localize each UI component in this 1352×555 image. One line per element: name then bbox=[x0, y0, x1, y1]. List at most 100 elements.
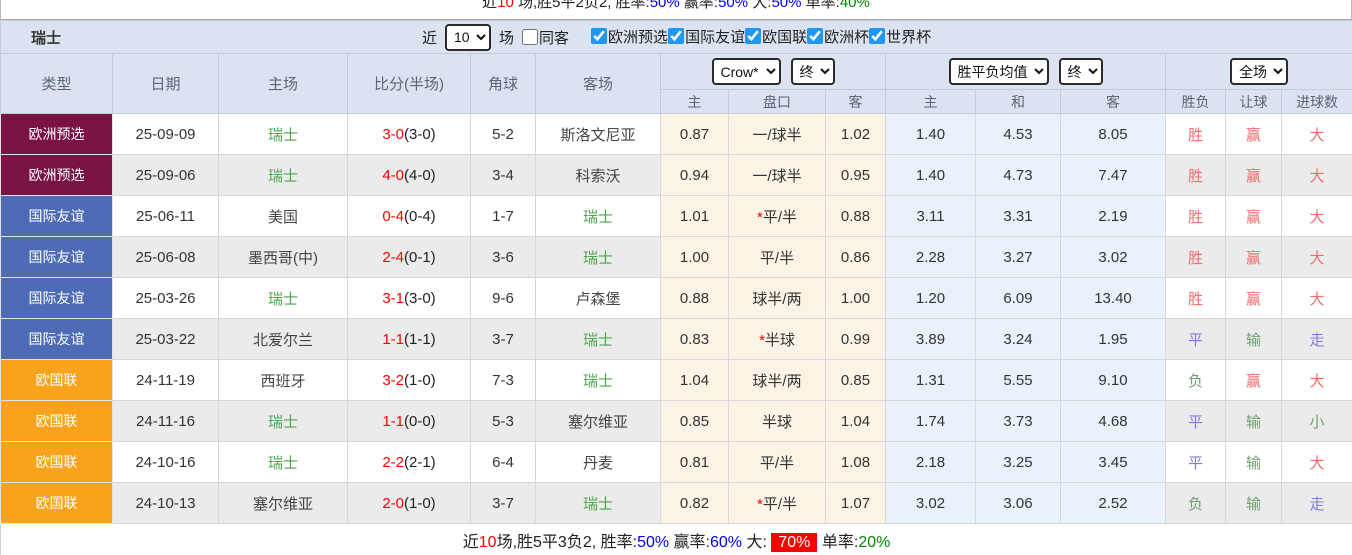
result-goals: 走 bbox=[1280, 318, 1352, 360]
avg-draw-odds: 3.06 bbox=[975, 482, 1061, 524]
result-handicap: 赢 bbox=[1225, 154, 1282, 196]
away-team: 瑞士 bbox=[535, 195, 661, 237]
match-date: 24-11-16 bbox=[112, 400, 219, 442]
handicap-away-odds: 1.04 bbox=[825, 400, 886, 442]
handicap-line: 一/球半 bbox=[728, 113, 826, 155]
handicap-home-odds: 0.94 bbox=[660, 154, 729, 196]
avg-home-odds: 1.74 bbox=[885, 400, 976, 442]
same-venue-label: 同客 bbox=[539, 29, 570, 47]
handicap-line: 半球 bbox=[728, 400, 826, 442]
filter-国际友谊[interactable]: 国际友谊 bbox=[668, 26, 745, 47]
handicap-home-odds: 0.83 bbox=[660, 318, 729, 360]
match-row: 欧国联 24-11-16 瑞士 1-1(0-0) 5-3 塞尔维亚 0.85 半球 1.04 1.… bbox=[0, 400, 1352, 442]
result-handicap: 输 bbox=[1225, 318, 1282, 360]
fulltime-score: 1-1 bbox=[382, 412, 404, 430]
result-goals: 大 bbox=[1280, 359, 1352, 401]
filter-checkbox[interactable] bbox=[591, 28, 608, 45]
filter-checkbox[interactable] bbox=[745, 28, 762, 45]
avg-draw-odds: 3.24 bbox=[975, 318, 1061, 360]
filter-欧洲预选[interactable]: 欧洲预选 bbox=[591, 26, 668, 47]
handicap-home-odds: 0.81 bbox=[660, 441, 729, 483]
sub-header-avg-draw: 和 bbox=[975, 89, 1061, 114]
sub-header-avg-away: 客 bbox=[1060, 89, 1166, 114]
avg-home-odds: 2.18 bbox=[885, 441, 976, 483]
avg-home-odds: 1.40 bbox=[885, 113, 976, 155]
near-label: 近 bbox=[422, 29, 438, 47]
recent-matches-select[interactable]: 10 bbox=[445, 23, 492, 51]
fulltime-score: 3-1 bbox=[382, 289, 404, 307]
summary-segment: 赢率: bbox=[669, 533, 710, 551]
sub-header-handicap-away: 客 bbox=[825, 89, 886, 114]
away-team: 瑞士 bbox=[535, 359, 661, 401]
corners: 6-4 bbox=[470, 441, 536, 483]
sub-header-avg-home: 主 bbox=[885, 89, 976, 114]
previous-summary-text: 近10 场,胜5平2负2, 胜率:50% 赢率:50% 大:50% 单率:40% bbox=[1, 0, 1351, 12]
result-handicap: 输 bbox=[1225, 482, 1282, 524]
home-team: 瑞士 bbox=[218, 154, 348, 196]
avg-home-odds: 3.89 bbox=[885, 318, 976, 360]
corners: 3-7 bbox=[470, 482, 536, 524]
result-goals: 大 bbox=[1280, 154, 1352, 196]
handicap-line: 球半/两 bbox=[728, 277, 826, 319]
summary-segment: 40% bbox=[839, 0, 870, 11]
filter-checkbox[interactable] bbox=[869, 28, 886, 45]
avg-draw-odds: 4.73 bbox=[975, 154, 1061, 196]
handicap-line: *平/半 bbox=[728, 195, 826, 237]
avg-draw-odds: 4.53 bbox=[975, 113, 1061, 155]
home-team: 瑞士 bbox=[218, 400, 348, 442]
score: 1-1(1-1) bbox=[347, 318, 471, 360]
matches-label: 场 bbox=[499, 29, 515, 47]
score: 2-4(0-1) bbox=[347, 236, 471, 278]
match-type-badge: 欧国联 bbox=[0, 441, 113, 483]
avg-away-odds: 2.19 bbox=[1060, 195, 1166, 237]
match-date: 24-10-13 bbox=[112, 482, 219, 524]
avg-away-odds: 8.05 bbox=[1060, 113, 1166, 155]
avg-away-odds: 3.45 bbox=[1060, 441, 1166, 483]
filter-checkbox[interactable] bbox=[807, 28, 824, 45]
scope-select[interactable]: 全场 bbox=[1230, 58, 1289, 85]
fulltime-score: 2-2 bbox=[382, 453, 404, 471]
filter-label: 国际友谊 bbox=[685, 28, 746, 46]
handicap-home-odds: 1.01 bbox=[660, 195, 729, 237]
result-outcome: 负 bbox=[1165, 482, 1226, 524]
summary-segment: 10 bbox=[497, 0, 514, 11]
avg-odds-select[interactable]: 胜平负均值 bbox=[948, 58, 1049, 85]
result-handicap: 赢 bbox=[1225, 195, 1282, 237]
filter-欧洲杯[interactable]: 欧洲杯 bbox=[807, 26, 869, 47]
handicap-line: 平/半 bbox=[728, 236, 826, 278]
handicap-away-odds: 0.88 bbox=[825, 195, 886, 237]
handicap-away-odds: 1.02 bbox=[825, 113, 886, 155]
avg-away-odds: 3.02 bbox=[1060, 236, 1166, 278]
match-type-badge: 国际友谊 bbox=[0, 277, 113, 319]
avg-time-select[interactable]: 终 bbox=[1058, 58, 1103, 85]
match-row: 欧国联 24-10-16 瑞士 2-2(2-1) 6-4 丹麦 0.81 平/半 1.08 2.1… bbox=[0, 441, 1352, 483]
match-date: 25-06-11 bbox=[112, 195, 219, 237]
away-team: 斯洛文尼亚 bbox=[535, 113, 661, 155]
col-header-home: 主场 bbox=[218, 53, 348, 114]
avg-home-odds: 1.40 bbox=[885, 154, 976, 196]
summary-segment: 70% bbox=[771, 532, 818, 552]
filters-bar: 近 10 场 同客 欧洲预选 国际友谊 欧国联 欧洲杯 世界杯 bbox=[422, 23, 931, 51]
filter-世界杯[interactable]: 世界杯 bbox=[869, 26, 931, 47]
result-goals: 走 bbox=[1280, 482, 1352, 524]
result-goals: 大 bbox=[1280, 113, 1352, 155]
score: 2-2(2-1) bbox=[347, 441, 471, 483]
bookmaker-time-select[interactable]: 终 bbox=[790, 58, 835, 85]
star-mark: * bbox=[756, 495, 763, 513]
summary-segment: 近 bbox=[482, 0, 498, 11]
avg-draw-odds: 3.73 bbox=[975, 400, 1061, 442]
handicap-home-odds: 0.85 bbox=[660, 400, 729, 442]
match-date: 24-11-19 bbox=[112, 359, 219, 401]
corners: 5-2 bbox=[470, 113, 536, 155]
same-venue-filter[interactable]: 同客 bbox=[522, 27, 569, 48]
filter-欧国联[interactable]: 欧国联 bbox=[745, 26, 807, 47]
avg-draw-odds: 5.55 bbox=[975, 359, 1061, 401]
filter-checkbox[interactable] bbox=[668, 28, 685, 45]
summary-segment: 50% bbox=[771, 0, 802, 11]
same-venue-checkbox[interactable] bbox=[522, 29, 539, 45]
bookmaker-select[interactable]: Crow* bbox=[711, 58, 781, 85]
filter-label: 世界杯 bbox=[886, 28, 932, 46]
match-row: 欧洲预选 25-09-09 瑞士 3-0(3-0) 5-2 斯洛文尼亚 0.87 一/球半 1.… bbox=[0, 113, 1352, 155]
result-handicap: 输 bbox=[1225, 400, 1282, 442]
avg-home-odds: 2.28 bbox=[885, 236, 976, 278]
